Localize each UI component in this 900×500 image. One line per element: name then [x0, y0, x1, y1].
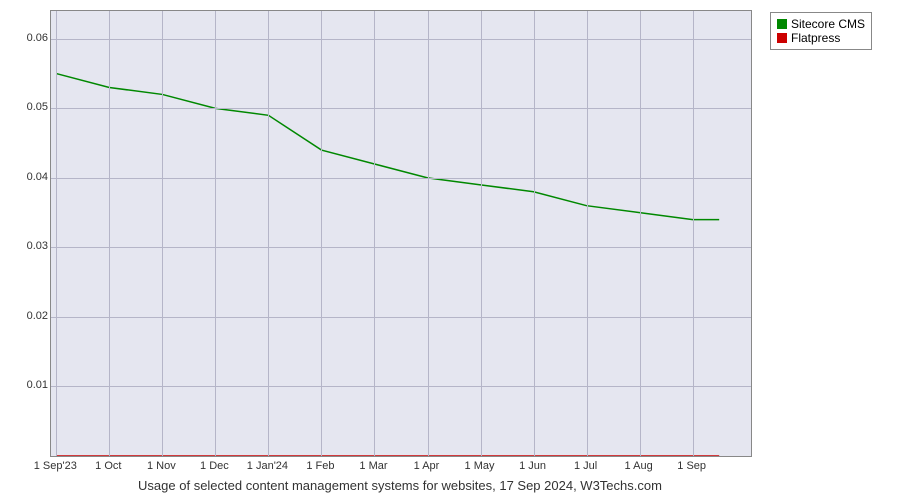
plot-area: [50, 10, 752, 457]
gridline-h: [51, 317, 751, 318]
legend-swatch: [777, 19, 787, 29]
x-tick-label: 1 Jun: [519, 460, 546, 472]
gridline-h: [51, 178, 751, 179]
x-tick-label: 1 Nov: [147, 460, 176, 472]
y-tick-label: 0.04: [3, 171, 48, 183]
x-tick-label: 1 Oct: [95, 460, 121, 472]
chart-container: Sitecore CMSFlatpress Usage of selected …: [0, 0, 900, 500]
y-tick-label: 0.02: [3, 310, 48, 322]
x-tick-label: 1 Apr: [414, 460, 440, 472]
legend-label: Flatpress: [791, 31, 840, 45]
x-tick-label: 1 Dec: [200, 460, 229, 472]
x-tick-label: 1 Jul: [574, 460, 597, 472]
y-tick-label: 0.05: [3, 101, 48, 113]
gridline-v: [56, 11, 57, 456]
gridline-v: [374, 11, 375, 456]
gridline-v: [534, 11, 535, 456]
chart-caption: Usage of selected content management sys…: [50, 478, 750, 493]
gridline-h: [51, 39, 751, 40]
x-tick-label: 1 Aug: [625, 460, 653, 472]
series-line: [56, 74, 719, 220]
y-tick-label: 0.01: [3, 379, 48, 391]
x-tick-label: 1 Feb: [306, 460, 334, 472]
gridline-h: [51, 386, 751, 387]
gridline-v: [640, 11, 641, 456]
gridline-v: [428, 11, 429, 456]
gridline-h: [51, 247, 751, 248]
gridline-v: [215, 11, 216, 456]
gridline-v: [268, 11, 269, 456]
legend-swatch: [777, 33, 787, 43]
x-tick-label: 1 Sep: [677, 460, 706, 472]
y-tick-label: 0.03: [3, 240, 48, 252]
gridline-v: [109, 11, 110, 456]
gridline-v: [321, 11, 322, 456]
x-tick-label: 1 May: [465, 460, 495, 472]
gridline-h: [51, 108, 751, 109]
x-tick-label: 1 Mar: [359, 460, 387, 472]
gridline-v: [587, 11, 588, 456]
chart-svg: [51, 11, 751, 456]
gridline-v: [162, 11, 163, 456]
x-tick-label: 1 Jan'24: [247, 460, 288, 472]
x-tick-label: 1 Sep'23: [34, 460, 77, 472]
y-tick-label: 0.06: [3, 32, 48, 44]
legend-item: Sitecore CMS: [777, 17, 865, 31]
gridline-v: [693, 11, 694, 456]
gridline-v: [481, 11, 482, 456]
legend-item: Flatpress: [777, 31, 865, 45]
legend-label: Sitecore CMS: [791, 17, 865, 31]
legend: Sitecore CMSFlatpress: [770, 12, 872, 50]
